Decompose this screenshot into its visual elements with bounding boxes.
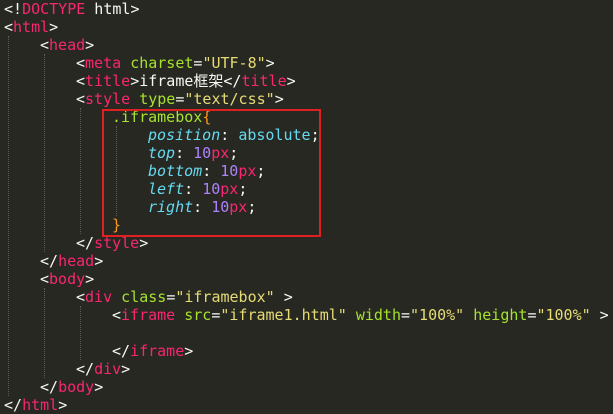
token: </ [4, 396, 23, 414]
token: iframe框架 [139, 72, 224, 90]
indent-guide [44, 288, 45, 378]
token: </ [76, 360, 95, 378]
token: DOCTYPE [22, 0, 86, 18]
code-line-1: <!DOCTYPE html> [4, 0, 139, 18]
highlight-box [102, 109, 321, 237]
token: > [274, 288, 293, 306]
token: < [76, 288, 86, 306]
token: > [85, 270, 95, 288]
token: body [49, 270, 86, 288]
token: class [121, 288, 167, 306]
indent-guide [80, 108, 81, 234]
token: height [473, 306, 528, 324]
token: > [274, 90, 284, 108]
token: < [40, 36, 50, 54]
token: </ [40, 252, 59, 270]
token: body [58, 378, 95, 396]
token: "text/css" [184, 90, 275, 108]
token: src [184, 306, 212, 324]
code-line-3: <head> [40, 36, 94, 54]
token: <! [4, 0, 23, 18]
token: "iframebox" [175, 288, 275, 306]
code-line-20: </div> [76, 360, 130, 378]
code-editor[interactable]: <!DOCTYPE html> <html> <head> <meta char… [0, 0, 613, 414]
token: = [166, 288, 176, 306]
indent-guide [44, 54, 45, 252]
token: </ [223, 72, 242, 90]
token: = [401, 306, 411, 324]
token: title [241, 72, 287, 90]
token: > [130, 72, 140, 90]
token: < [76, 90, 86, 108]
token: > [265, 54, 275, 72]
token: style [85, 90, 131, 108]
token: < [112, 306, 122, 324]
token: title [85, 72, 131, 90]
code-line-15: </head> [40, 252, 103, 270]
token: iframe [130, 342, 185, 360]
token: > [94, 252, 104, 270]
token: iframe [121, 306, 176, 324]
token: meta [85, 54, 122, 72]
token: "100%" [410, 306, 465, 324]
code-line-17: <div class="iframebox" > [76, 288, 293, 306]
code-line-22: </html> [4, 396, 67, 414]
indent-guide [8, 36, 9, 396]
token: > [590, 306, 609, 324]
token: </ [112, 342, 131, 360]
token: head [58, 252, 95, 270]
token: html [85, 0, 131, 18]
token: < [76, 54, 86, 72]
code-line-2: <html> [4, 18, 58, 36]
token: "100%" [536, 306, 591, 324]
token: div [85, 288, 113, 306]
token: < [4, 18, 14, 36]
code-line-21: </body> [40, 378, 103, 396]
token: "iframe1.html" [220, 306, 347, 324]
token: > [49, 18, 59, 36]
token: < [40, 270, 50, 288]
token: > [58, 396, 68, 414]
code-line-16: <body> [40, 270, 94, 288]
token: "UTF-8" [202, 54, 266, 72]
code-line-6: <style type="text/css"> [76, 90, 284, 108]
token: html [13, 18, 50, 36]
token: charset [130, 54, 194, 72]
token: > [130, 0, 140, 18]
token: > [94, 378, 104, 396]
code-line-4: <meta charset="UTF-8"> [76, 54, 275, 72]
token: > [85, 36, 95, 54]
token: > [184, 342, 194, 360]
code-line-5: <title>iframe框架</title> [76, 72, 296, 90]
token: type [139, 90, 176, 108]
token: width [355, 306, 401, 324]
token: html [22, 396, 59, 414]
code-line-18: <iframe src="iframe1.html" width="100%" … [112, 306, 609, 324]
token: > [121, 360, 131, 378]
indent-guide [80, 306, 81, 360]
code-line-19: </iframe> [112, 342, 193, 360]
token: > [286, 72, 296, 90]
token: </ [40, 378, 59, 396]
token: </ [76, 234, 95, 252]
token: head [49, 36, 86, 54]
token: div [94, 360, 122, 378]
token: < [76, 72, 86, 90]
